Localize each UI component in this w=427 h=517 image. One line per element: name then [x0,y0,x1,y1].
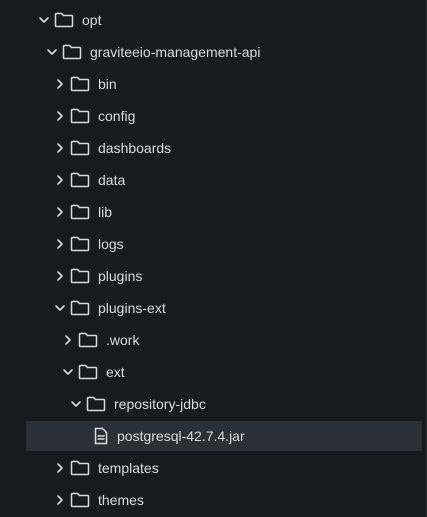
tree-item-plugins[interactable]: plugins [53,261,422,291]
tree-item-label: opt [82,12,102,28]
chevron-right-icon[interactable] [53,205,67,219]
tree-item-label: templates [98,460,159,476]
chevron-right-icon[interactable] [53,237,67,251]
tree-item-templates[interactable]: templates [53,453,422,483]
tree-item-data[interactable]: data [53,165,422,195]
chevron-down-icon[interactable] [61,365,75,379]
tree-item-label: .work [106,332,140,348]
chevron-right-icon[interactable] [53,269,67,283]
tree-item-label: plugins-ext [98,300,166,316]
tree-item-themes[interactable]: themes [53,485,422,515]
tree-item-label: logs [98,236,124,252]
folder-icon [53,10,75,30]
chevron-down-icon[interactable] [69,397,83,411]
chevron-down-icon[interactable] [53,301,67,315]
folder-icon [69,458,91,478]
tree-item-label: dashboards [98,140,172,156]
scrollbar[interactable] [420,0,426,517]
tree-item-label: postgresql-42.7.4.jar [117,428,245,444]
tree-item-config[interactable]: config [53,101,422,131]
chevron-right-icon[interactable] [53,109,67,123]
tree-item-ext[interactable]: ext [61,357,422,387]
chevron-down-icon[interactable] [37,13,51,27]
tree-item-label: bin [98,76,117,92]
file-tree: opt graviteeio-management-api bin config [0,0,427,517]
tree-item-label: repository-jdbc [114,396,206,412]
tree-item-logs[interactable]: logs [53,229,422,259]
chevron-right-icon[interactable] [53,461,67,475]
tree-item-postgresql-jar[interactable]: postgresql-42.7.4.jar [26,421,422,451]
tree-item-label: data [98,172,126,188]
tree-item-plugins-ext[interactable]: plugins-ext [53,293,422,323]
tree-item-label: graviteeio-management-api [90,44,261,60]
tree-item-label: config [98,108,136,124]
tree-item-bin[interactable]: bin [53,69,422,99]
folder-icon [69,74,91,94]
chevron-right-icon[interactable] [53,141,67,155]
folder-icon [69,170,91,190]
folder-icon [85,394,107,414]
folder-icon [61,42,83,62]
chevron-right-icon[interactable] [53,173,67,187]
folder-icon [69,234,91,254]
tree-item-label: themes [98,492,144,508]
tree-item-graviteeio-management-api[interactable]: graviteeio-management-api [45,37,422,67]
folder-icon [69,106,91,126]
folder-icon [69,298,91,318]
folder-icon [69,266,91,286]
file-icon [90,426,112,446]
tree-item-opt[interactable]: opt [37,5,422,35]
chevron-down-icon[interactable] [45,45,59,59]
tree-item-dashboards[interactable]: dashboards [53,133,422,163]
tree-item-label: ext [106,364,125,380]
chevron-right-icon[interactable] [53,493,67,507]
folder-icon [77,330,99,350]
tree-item-work[interactable]: .work [61,325,422,355]
chevron-right-icon[interactable] [53,77,67,91]
folder-icon [77,362,99,382]
chevron-right-icon[interactable] [61,333,75,347]
tree-item-label: lib [98,204,113,220]
folder-icon [69,202,91,222]
tree-item-label: plugins [98,268,143,284]
tree-item-lib[interactable]: lib [53,197,422,227]
folder-icon [69,490,91,510]
folder-icon [69,138,91,158]
tree-item-repository-jdbc[interactable]: repository-jdbc [69,389,422,419]
